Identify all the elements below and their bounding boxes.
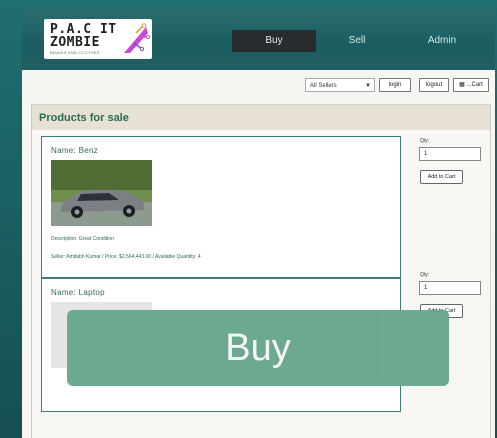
buy-overlay-button[interactable]: Buy [67, 310, 449, 386]
brand-logo[interactable]: P.A.C IT ZOMBIE BRAINS AND CLOTHES [44, 19, 152, 59]
brand-line-2: ZOMBIE [50, 35, 100, 50]
product-image[interactable] [51, 160, 152, 226]
qty-label: Qty: [420, 138, 430, 144]
cart-label: ...Cart [466, 82, 483, 88]
nav-admin[interactable]: Admin [407, 30, 477, 52]
product-card: Name: Benz Description: Great Condition … [41, 136, 401, 278]
seller-filter-value: All Sellers [310, 83, 337, 89]
seller-filter-select[interactable]: All Sellers ▼ [305, 78, 375, 92]
qty-input[interactable]: 1 [419, 281, 481, 295]
qty-label: Qty: [420, 272, 430, 278]
brain-circuit-icon [124, 23, 150, 53]
cart-icon: ▦ [459, 82, 465, 88]
qty-input[interactable]: 1 [419, 147, 481, 161]
header-bar: P.A.C IT ZOMBIE BRAINS AND CLOTHES Buy S… [22, 8, 495, 70]
chevron-down-icon: ▼ [365, 83, 371, 89]
nav-buy[interactable]: Buy [232, 30, 316, 52]
product-seller-info: Seller: Amitabh Kumar / Price: $2,564,44… [51, 254, 201, 260]
panel-title: Products for sale [39, 112, 129, 124]
nav-sell[interactable]: Sell [322, 30, 392, 52]
cart-button[interactable]: ▦ ...Cart [453, 78, 489, 92]
product-description: Description: Great Condition [51, 236, 114, 242]
add-to-cart-button[interactable]: Add to Cart [420, 170, 463, 184]
brand-tagline: BRAINS AND CLOTHES [50, 50, 100, 55]
login-button[interactable]: login [379, 78, 411, 92]
product-name: Name: Benz [51, 146, 99, 155]
product-name: Name: Laptop [51, 288, 105, 297]
panel-header: Products for sale [32, 105, 490, 130]
logout-button[interactable]: logout [419, 78, 449, 92]
